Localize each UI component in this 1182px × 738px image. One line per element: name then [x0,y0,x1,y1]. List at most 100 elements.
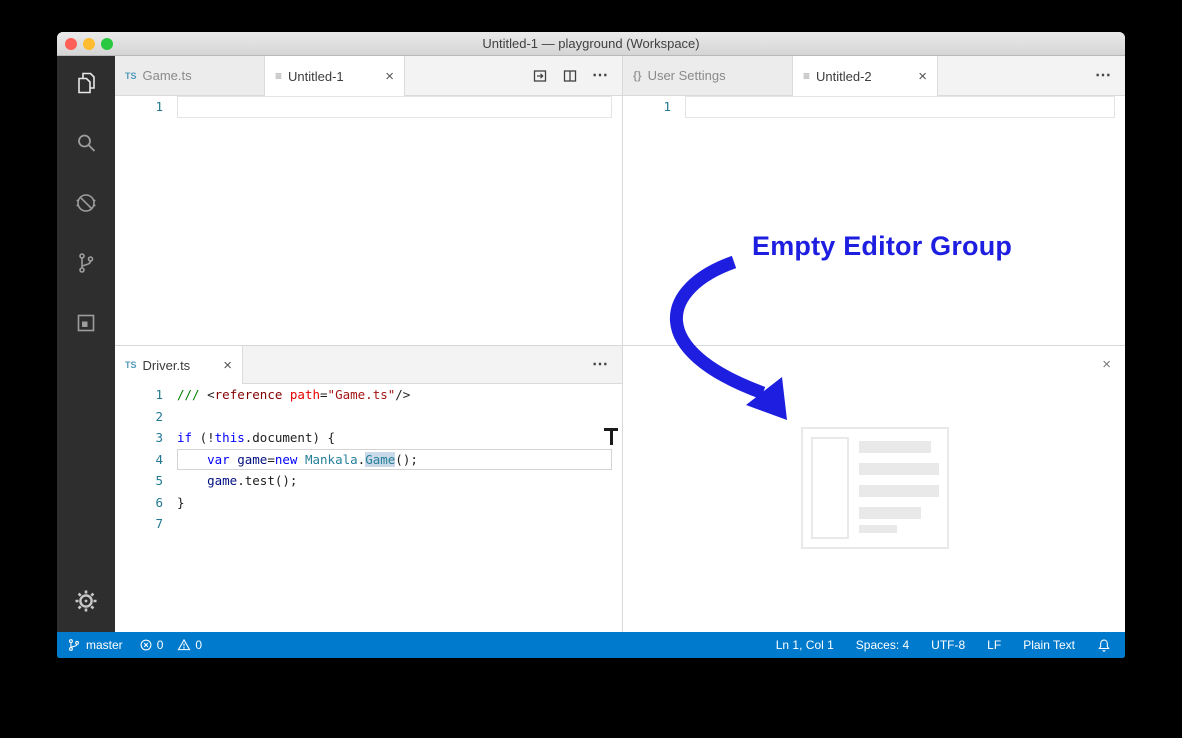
code-line[interactable]: 1 /// <reference path="Game.ts"/> [115,384,622,406]
watermark-bar [859,507,921,519]
editor-group-bottom-right[interactable]: × [622,345,1125,632]
git-branch-icon [69,639,79,651]
editor-actions: ⋯ [1095,56,1125,95]
close-tab-icon[interactable]: × [215,358,232,373]
code-line[interactable]: 1 [623,96,1125,118]
line-number: 3 [155,430,163,445]
activity-extensions-button[interactable] [57,299,115,347]
gear-icon [75,590,97,612]
open-changes-icon[interactable] [532,68,548,84]
tab-bar: TS Driver.ts × ⋯ [115,346,622,384]
warning-count: 0 [195,638,203,652]
tab-bar: {} User Settings ≡ Untitled-2 × ⋯ [623,56,1125,96]
titlebar: Untitled-1 — playground (Workspace) [57,32,1125,56]
typescript-icon: TS [125,360,137,370]
line-number: 1 [155,387,163,402]
error-icon [140,639,152,651]
bell-icon [1098,639,1110,652]
code-text: } [177,494,185,510]
editor-group-bottom-left: TS Driver.ts × ⋯ 1 /// <reference path="G… [115,345,622,632]
editor-untitled-1[interactable]: 1 [115,96,622,345]
editor-untitled-2[interactable]: 1 [623,96,1125,345]
git-branch-icon [79,253,94,273]
tab-label: Game.ts [142,68,192,83]
file-icon: ≡ [275,69,283,83]
indentation-status[interactable]: Spaces: 4 [856,632,909,658]
close-tab-icon[interactable]: × [377,69,394,84]
tab-driver-ts[interactable]: TS Driver.ts × [115,346,243,384]
text-cursor-ibeam [604,428,618,445]
tab-untitled-1[interactable]: ≡ Untitled-1 × [265,56,405,96]
close-tab-icon[interactable]: × [910,69,927,84]
code-line[interactable]: 2 [115,406,622,428]
watermark-bar [859,441,931,453]
extensions-icon [77,314,95,332]
tab-label: Untitled-2 [816,68,872,84]
tab-game-ts[interactable]: TS Game.ts [115,56,265,95]
code-text: game.test(); [207,473,298,488]
line-number: 4 [155,451,163,467]
notifications-bell[interactable] [1097,632,1111,658]
settings-button[interactable] [57,577,115,625]
code-line[interactable]: 1 [115,96,622,118]
activity-bar [57,56,115,632]
git-branch-status[interactable]: master [67,632,123,658]
editor-actions: ⋯ [592,346,622,383]
tab-label: Untitled-1 [288,68,344,84]
line-number: 1 [155,99,163,114]
editor-group-top-left: TS Game.ts ≡ Untitled-1 × ⋯ 1 [115,56,622,345]
activity-explorer-button[interactable] [57,59,115,107]
tab-untitled-2[interactable]: ≡ Untitled-2 × [793,56,938,96]
cursor-position-status[interactable]: Ln 1, Col 1 [776,632,834,658]
files-icon [78,72,95,94]
watermark-bar [859,463,939,475]
tab-label: Driver.ts [142,357,191,373]
activity-source-control-button[interactable] [57,239,115,287]
line-number: 7 [155,516,163,531]
split-editor-icon[interactable] [562,68,578,84]
more-actions-icon[interactable]: ⋯ [592,67,608,84]
empty-editor-watermark [801,427,949,549]
activity-debug-button[interactable] [57,179,115,227]
tab-bar: TS Game.ts ≡ Untitled-1 × ⋯ [115,56,622,96]
editor-actions: ⋯ [532,56,622,95]
editor-group-top-right: {} User Settings ≡ Untitled-2 × ⋯ 1 [622,56,1125,345]
code-line[interactable]: 7 [115,513,622,535]
code-line[interactable]: 5 game.test(); [115,470,622,492]
tab-user-settings[interactable]: {} User Settings [623,56,793,95]
warning-icon [177,638,191,651]
branch-name: master [86,638,123,652]
problems-status[interactable]: 0 0 [139,632,202,658]
driver-code: 1 /// <reference path="Game.ts"/> 2 3 if (!t… [115,384,622,535]
line-number: 1 [663,99,671,114]
search-icon [78,134,96,152]
code-line[interactable]: 4 var game=new Mankala.Game(); [115,448,622,470]
file-icon: ≡ [803,69,811,83]
language-mode-status[interactable]: Plain Text [1023,632,1075,658]
annotation-text: Empty Editor Group [752,231,1013,261]
status-bar: master 0 0 Ln 1, Col 1 Spaces: 4 UTF-8 L… [57,632,1125,658]
code-text: if (!this.document) { [177,430,336,445]
watermark-bar [859,525,897,533]
watermark-page-shape [811,437,849,539]
desktop-background: Untitled-1 — playground (Workspace) TS G… [0,0,1182,738]
vscode-window: Untitled-1 — playground (Workspace) TS G… [57,32,1125,658]
editor-driver-ts[interactable]: 1 /// <reference path="Game.ts"/> 2 3 if (!t… [115,384,622,632]
window-title: Untitled-1 — playground (Workspace) [482,36,700,51]
code-line[interactable]: 6} [115,492,622,514]
code-text: var game=new Mankala.Game(); [177,448,612,470]
line-number: 5 [155,473,163,488]
close-group-icon[interactable]: × [1102,356,1111,373]
debug-icon [76,194,96,212]
activity-search-button[interactable] [57,119,115,167]
code-line[interactable]: 3 if (!this.document) { [115,427,622,449]
watermark-bar [859,485,939,497]
line-number: 6 [155,494,163,510]
encoding-status[interactable]: UTF-8 [931,632,965,658]
eol-status[interactable]: LF [987,632,1001,658]
error-count: 0 [156,638,164,652]
more-actions-icon[interactable]: ⋯ [592,356,608,373]
more-actions-icon[interactable]: ⋯ [1095,67,1111,84]
